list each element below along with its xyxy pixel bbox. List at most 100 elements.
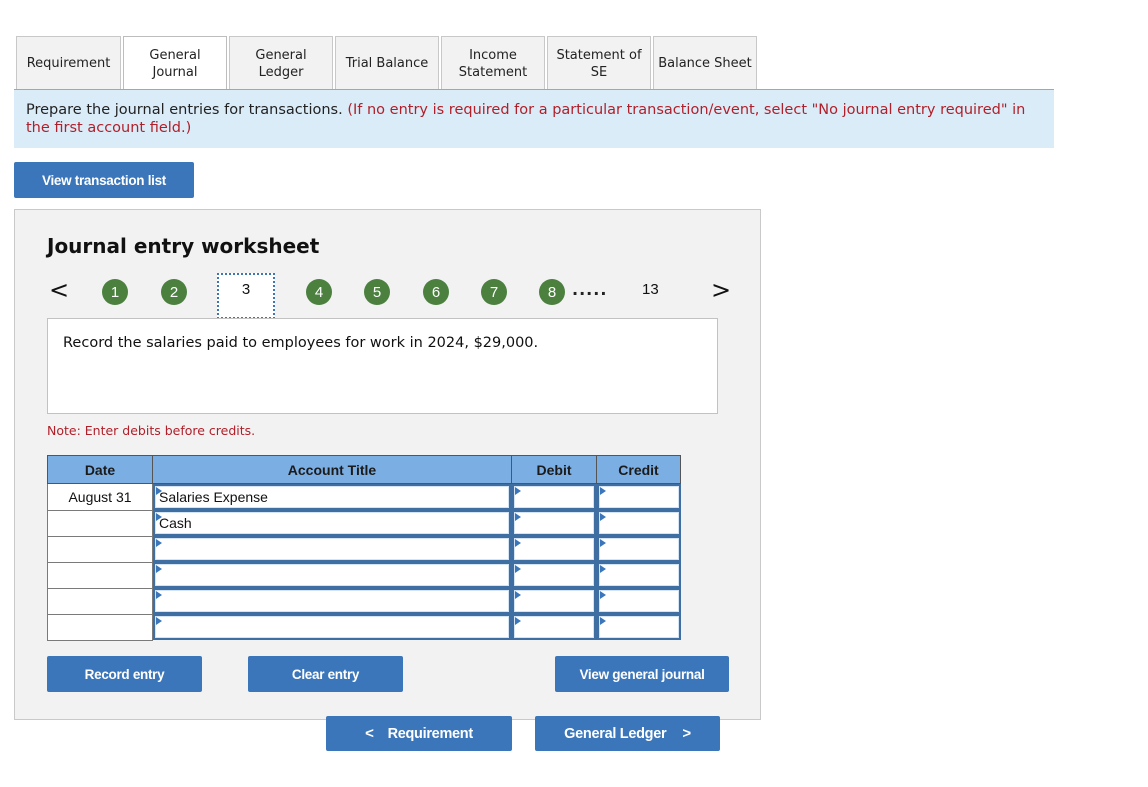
account-title-input[interactable] — [155, 616, 509, 638]
clear-entry-button[interactable]: Clear entry — [248, 656, 403, 692]
dropdown-marker-icon — [600, 617, 606, 625]
account-cell — [152, 614, 512, 640]
dropdown-marker-icon — [156, 617, 162, 625]
dropdown-marker-icon — [515, 513, 521, 521]
dropdown-marker-icon — [515, 565, 521, 573]
account-cell — [152, 536, 512, 562]
credit-cell — [596, 510, 681, 536]
debit-cell — [511, 510, 597, 536]
credit-input[interactable] — [599, 512, 679, 534]
next-general-ledger-button[interactable]: General Ledger > — [535, 716, 720, 751]
dropdown-marker-icon — [156, 539, 162, 547]
credit-input[interactable] — [599, 538, 679, 560]
table-row — [47, 535, 681, 563]
pager-page-1[interactable]: 1 — [102, 279, 128, 305]
dropdown-marker-icon — [515, 539, 521, 547]
dropdown-marker-icon — [515, 591, 521, 599]
header-credit: Credit — [596, 455, 681, 484]
worksheet-title: Journal entry worksheet — [47, 234, 320, 258]
tab-requirement[interactable]: Requirement — [16, 36, 121, 90]
dropdown-marker-icon — [515, 617, 521, 625]
transaction-pager: < 1 2 3 4 5 6 7 8 ..... 13 > — [15, 273, 762, 319]
prev-requirement-label: Requirement — [387, 725, 474, 742]
record-entry-button[interactable]: Record entry — [47, 656, 202, 692]
date-cell[interactable] — [47, 561, 153, 589]
header-date: Date — [47, 455, 153, 484]
tab-income-statement[interactable]: Income Statement — [441, 36, 545, 90]
pager-page-13[interactable]: 13 — [642, 281, 659, 298]
header-account-title: Account Title — [152, 455, 512, 484]
pager-page-3-current[interactable]: 3 — [217, 273, 275, 319]
pager-page-6[interactable]: 6 — [423, 279, 449, 305]
account-value: Salaries Expense — [159, 489, 268, 505]
tab-general-ledger[interactable]: General Ledger — [229, 36, 333, 90]
debit-cell — [511, 614, 597, 640]
credit-cell — [596, 588, 681, 614]
tab-statement-of-se[interactable]: Statement of SE — [547, 36, 651, 90]
credit-input[interactable] — [599, 616, 679, 638]
debit-credit-note: Note: Enter debits before credits. — [47, 423, 256, 438]
account-cell: Salaries Expense — [152, 483, 512, 510]
debit-input[interactable] — [514, 512, 594, 534]
header-debit: Debit — [511, 455, 597, 484]
table-row: August 31 Salaries Expense — [47, 483, 681, 511]
tab-bar: Requirement General Journal General Ledg… — [16, 36, 759, 91]
transaction-description: Record the salaries paid to employees fo… — [47, 318, 718, 414]
view-transaction-list-button[interactable]: View transaction list — [14, 162, 194, 198]
table-header-row: Date Account Title Debit Credit — [47, 455, 681, 484]
credit-input[interactable] — [599, 590, 679, 612]
date-cell[interactable] — [47, 535, 153, 563]
instruction-banner: Prepare the journal entries for transact… — [14, 89, 1054, 148]
journal-entry-table: Date Account Title Debit Credit August 3… — [47, 455, 681, 641]
account-title-input[interactable]: Cash — [155, 512, 509, 534]
pager-page-2[interactable]: 2 — [161, 279, 187, 305]
account-title-input[interactable]: Salaries Expense — [155, 486, 509, 508]
debit-cell — [511, 536, 597, 562]
view-general-journal-button[interactable]: View general journal — [555, 656, 729, 692]
credit-cell — [596, 562, 681, 588]
table-row — [47, 587, 681, 615]
transaction-description-text: Record the salaries paid to employees fo… — [63, 335, 539, 351]
pager-prev-icon[interactable]: < — [49, 278, 69, 302]
journal-entry-worksheet: Journal entry worksheet < 1 2 3 4 5 6 7 … — [14, 209, 761, 720]
dropdown-marker-icon — [156, 565, 162, 573]
tab-trial-balance[interactable]: Trial Balance — [335, 36, 439, 90]
dropdown-marker-icon — [156, 513, 162, 521]
date-cell[interactable] — [47, 613, 153, 641]
dropdown-marker-icon — [156, 591, 162, 599]
credit-cell — [596, 536, 681, 562]
prev-requirement-button[interactable]: < Requirement — [326, 716, 512, 751]
credit-cell — [596, 483, 681, 510]
date-cell[interactable] — [47, 509, 153, 537]
pager-page-4[interactable]: 4 — [306, 279, 332, 305]
instruction-text: Prepare the journal entries for transact… — [26, 102, 343, 118]
pager-page-8[interactable]: 8 — [539, 279, 565, 305]
dropdown-marker-icon — [600, 591, 606, 599]
debit-input[interactable] — [514, 486, 594, 508]
account-cell: Cash — [152, 510, 512, 536]
table-row — [47, 613, 681, 641]
pager-page-7[interactable]: 7 — [481, 279, 507, 305]
account-cell — [152, 588, 512, 614]
debit-input[interactable] — [514, 538, 594, 560]
date-cell[interactable] — [47, 587, 153, 615]
credit-input[interactable] — [599, 564, 679, 586]
credit-input[interactable] — [599, 486, 679, 508]
debit-input[interactable] — [514, 564, 594, 586]
debit-input[interactable] — [514, 590, 594, 612]
account-cell — [152, 562, 512, 588]
account-title-input[interactable] — [155, 590, 509, 612]
dropdown-marker-icon — [600, 565, 606, 573]
account-title-input[interactable] — [155, 538, 509, 560]
pager-ellipsis: ..... — [572, 280, 608, 299]
dropdown-marker-icon — [600, 513, 606, 521]
tab-balance-sheet[interactable]: Balance Sheet — [653, 36, 757, 90]
pager-next-icon[interactable]: > — [711, 278, 731, 302]
account-title-input[interactable] — [155, 564, 509, 586]
tab-general-journal[interactable]: General Journal — [123, 36, 227, 91]
date-cell[interactable]: August 31 — [47, 483, 153, 511]
pager-page-5[interactable]: 5 — [364, 279, 390, 305]
debit-cell — [511, 588, 597, 614]
dropdown-marker-icon — [600, 539, 606, 547]
debit-input[interactable] — [514, 616, 594, 638]
